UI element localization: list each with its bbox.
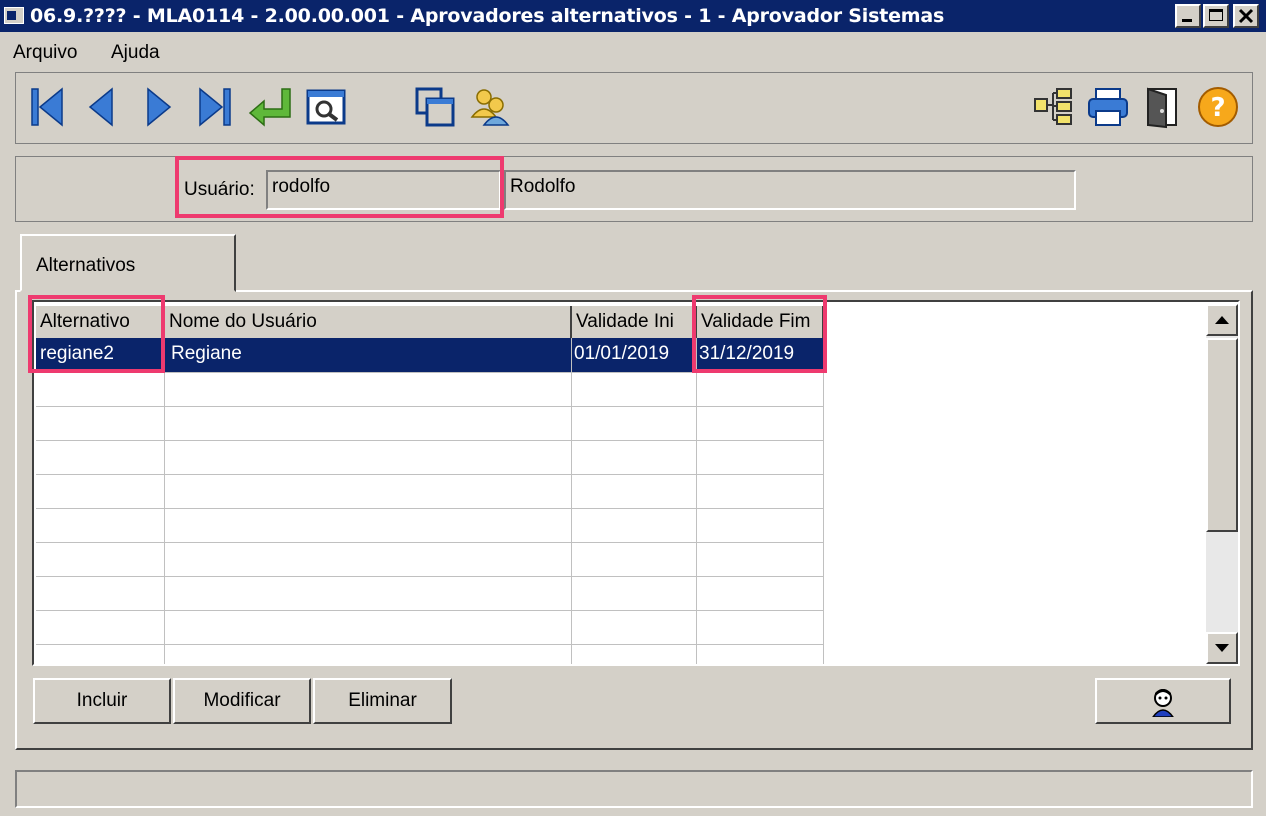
user-panel: Usuário: rodolfo Rodolfo (15, 156, 1253, 222)
scroll-up-button[interactable] (1206, 304, 1238, 336)
copy-icon[interactable] (413, 85, 457, 129)
cell-validade-ini: 01/01/2019 (574, 343, 670, 364)
grid-line (571, 338, 572, 664)
column-header-validade-fim[interactable]: Validade Fim (697, 306, 824, 338)
scroll-down-button[interactable] (1206, 632, 1238, 664)
grid-line (164, 338, 165, 664)
next-record-icon[interactable] (136, 85, 180, 129)
close-icon (1238, 8, 1254, 24)
person-icon (1152, 689, 1174, 717)
title-bar: 06.9.???? - MLA0114 - 2.00.00.001 - Apro… (0, 0, 1266, 32)
modificar-button[interactable]: Modificar (173, 678, 311, 724)
toolbar: ? (15, 72, 1253, 144)
grid-line (696, 338, 697, 664)
menu-ajuda[interactable]: Ajuda (111, 42, 160, 64)
maximize-button[interactable] (1203, 4, 1229, 28)
grid-line (36, 610, 824, 611)
cell-alternativo: regiane2 (40, 343, 114, 364)
column-header-nome[interactable]: Nome do Usuário (165, 306, 572, 338)
menu-bar: Arquivo Ajuda (0, 33, 1266, 69)
table-row[interactable]: regiane2 Regiane 01/01/2019 31/12/2019 (36, 338, 824, 372)
column-header-alternativo[interactable]: Alternativo (36, 306, 165, 338)
menu-arquivo[interactable]: Arquivo (13, 42, 77, 64)
close-button[interactable] (1233, 4, 1259, 28)
user-name-field: Rodolfo (504, 170, 1076, 210)
grid-line (36, 372, 824, 373)
last-record-icon[interactable] (192, 85, 236, 129)
exit-door-icon[interactable] (1140, 85, 1184, 129)
grid-line (36, 474, 824, 475)
window-icon[interactable] (4, 7, 24, 24)
alternatives-grid[interactable]: Alternativo Nome do Usuário Validade Ini… (32, 300, 1240, 666)
scroll-thumb[interactable] (1206, 338, 1238, 532)
return-icon[interactable] (248, 85, 292, 129)
print-icon[interactable] (1086, 85, 1130, 129)
eliminar-button[interactable]: Eliminar (313, 678, 452, 724)
user-code-field[interactable]: rodolfo (266, 170, 501, 210)
users-icon[interactable] (468, 85, 512, 129)
arrow-up-icon (1215, 316, 1229, 324)
vertical-scrollbar[interactable] (1206, 304, 1238, 664)
user-lookup-button[interactable] (1095, 678, 1231, 724)
column-header-validade-ini[interactable]: Validade Ini (572, 306, 697, 338)
grid-line (36, 440, 824, 441)
cell-nome: Regiane (171, 343, 242, 364)
previous-record-icon[interactable] (80, 85, 124, 129)
minimize-button[interactable] (1175, 4, 1201, 28)
tab-label: Alternativos (36, 255, 136, 276)
search-icon[interactable] (304, 85, 348, 129)
user-label: Usuário: (184, 179, 255, 200)
svg-text:?: ? (1210, 93, 1225, 123)
grid-line (36, 576, 824, 577)
grid-line (36, 508, 824, 509)
help-icon[interactable]: ? (1196, 85, 1240, 129)
arrow-down-icon (1215, 644, 1229, 652)
tree-icon[interactable] (1031, 85, 1075, 129)
grid-line (36, 644, 824, 645)
grid-line (36, 406, 824, 407)
first-record-icon[interactable] (26, 85, 70, 129)
grid-line (36, 542, 824, 543)
cell-validade-fim: 31/12/2019 (699, 343, 795, 364)
tab-alternativos[interactable]: Alternativos (20, 234, 236, 292)
status-bar (15, 770, 1253, 808)
grid-line (823, 338, 824, 664)
incluir-button[interactable]: Incluir (33, 678, 171, 724)
window-title: 06.9.???? - MLA0114 - 2.00.00.001 - Apro… (30, 5, 945, 27)
